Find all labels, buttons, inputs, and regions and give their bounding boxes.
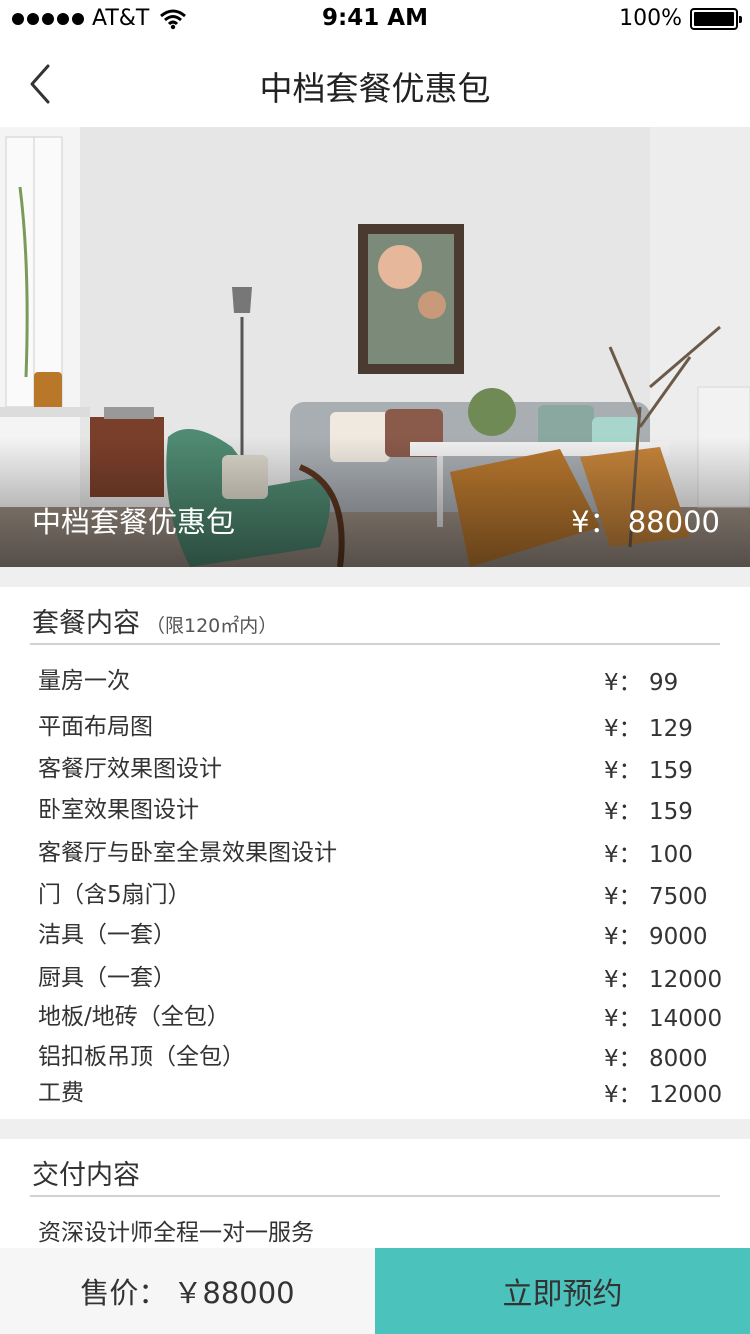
- item-price: ¥： 159: [604, 799, 693, 825]
- item-price: ¥： 159: [604, 758, 693, 784]
- item-name: 平面布局图: [38, 714, 153, 740]
- book-now-button[interactable]: 立即预约: [375, 1248, 750, 1334]
- package-item: 客餐厅效果图设计 ¥： 159: [38, 749, 720, 785]
- package-content-section: 套餐内容 （限120㎡内） 量房一次 ¥： 99 平面布局图 ¥： 129 客餐厅…: [0, 587, 750, 1119]
- package-item: 厨具（一套） ¥： 12000: [38, 958, 723, 994]
- item-name: 门（含5扇门）: [38, 882, 191, 908]
- hero-package-name: 中档套餐优惠包: [32, 505, 236, 539]
- item-name: 客餐厅与卧室全景效果图设计: [38, 840, 337, 866]
- package-item: 卧室效果图设计 ¥： 159: [38, 790, 720, 826]
- sale-price-value: ￥88000: [173, 1276, 295, 1310]
- delivery-item: 资深设计师全程一对一服务: [38, 1220, 314, 1246]
- item-name: 工费: [38, 1080, 84, 1106]
- sale-price-label: 售价：: [80, 1276, 168, 1310]
- delivery-section-title: 交付内容: [32, 1160, 140, 1191]
- nav-bar: 中档套餐优惠包: [0, 40, 750, 127]
- package-item: 平面布局图 ¥： 129: [38, 707, 720, 743]
- package-section-header: 套餐内容 （限120㎡内）: [30, 587, 720, 645]
- item-price: ¥： 8000: [604, 1046, 708, 1072]
- package-title-text: 套餐内容: [32, 608, 140, 639]
- package-item: 工费 ¥： 12000: [38, 1073, 723, 1109]
- item-name: 客餐厅效果图设计: [38, 756, 222, 782]
- item-name: 地板/地砖（全包）: [38, 1004, 230, 1030]
- item-price: ¥： 12000: [604, 967, 723, 993]
- package-area-note: （限120㎡内）: [146, 615, 278, 637]
- item-price: ¥： 12000: [604, 1082, 723, 1108]
- item-price: ¥： 9000: [604, 924, 708, 950]
- package-item: 门（含5扇门） ¥： 7500: [38, 875, 720, 911]
- bottom-bar: 售价： ￥88000 立即预约: [0, 1248, 750, 1334]
- item-price: ¥： 100: [604, 842, 693, 868]
- item-name: 铝扣板吊顶（全包）: [38, 1044, 245, 1070]
- package-item: 客餐厅与卧室全景效果图设计 ¥： 100: [38, 833, 720, 869]
- hero-package-price: ¥： 88000: [571, 505, 720, 539]
- battery-icon: [690, 7, 742, 30]
- item-name: 洁具（一套）: [38, 922, 176, 948]
- package-item: 洁具（一套） ¥： 9000: [38, 915, 720, 951]
- sale-price: 售价： ￥88000: [0, 1248, 375, 1334]
- item-price: ¥： 7500: [604, 884, 708, 910]
- hero-banner: 中档套餐优惠包 ¥： 88000: [0, 127, 750, 567]
- package-item: 地板/地砖（全包） ¥： 14000: [38, 997, 723, 1033]
- item-name: 量房一次: [38, 668, 130, 694]
- delivery-content-section: 交付内容 资深设计师全程一对一服务: [0, 1139, 750, 1249]
- item-price: ¥： 14000: [604, 1006, 723, 1032]
- delivery-section-header: 交付内容: [30, 1139, 720, 1197]
- package-item: 量房一次 ¥： 99: [38, 661, 720, 697]
- status-bar: AT&T 9:41 AM 100%: [0, 0, 750, 40]
- package-item: 铝扣板吊顶（全包） ¥： 8000: [38, 1037, 720, 1073]
- package-section-title: 套餐内容 （限120㎡内）: [32, 601, 277, 640]
- item-price: ¥： 129: [604, 716, 693, 742]
- item-name: 卧室效果图设计: [38, 797, 199, 823]
- status-right: 100%: [619, 6, 742, 31]
- battery-label: 100%: [619, 6, 682, 31]
- page-title: 中档套餐优惠包: [259, 69, 491, 108]
- item-price: ¥： 99: [604, 670, 679, 696]
- item-name: 厨具（一套）: [38, 965, 176, 991]
